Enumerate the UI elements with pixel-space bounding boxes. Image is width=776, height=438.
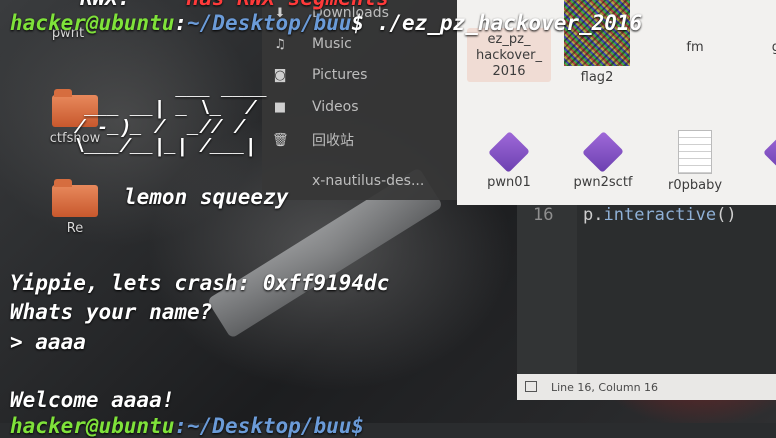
line-number-gutter: [517, 205, 577, 395]
file-label: pwn2sctf: [573, 175, 633, 190]
vector-file-icon: [763, 131, 776, 173]
file-label: ez_pz_ hackover_ 2016: [476, 32, 542, 79]
code-line: p.interactive(): [583, 205, 737, 225]
terminal-bottom-prompt: hacker@ubuntu:~/Desktop/buu$: [10, 414, 364, 438]
terminal-output-line: Yippie, lets crash: 0xff9194dc: [10, 271, 390, 295]
prompt-path: ~/Desktop/buu: [187, 11, 352, 35]
file-item-pwn2sctf[interactable]: pwn2sctf: [561, 131, 645, 191]
text-editor[interactable]: 16 p.interactive(): [517, 205, 776, 395]
checksec-label: RWX:: [10, 0, 131, 10]
terminal-command-line: hacker@ubuntu:~/Desktop/buu$ ./ez_pz_hac…: [10, 11, 642, 35]
terminal-output-line: Whats your name?: [10, 300, 213, 324]
code-function: interactive: [603, 205, 717, 225]
file-label: flag2: [580, 70, 614, 85]
sidebar-item-music[interactable]: ♫ Music: [272, 33, 352, 55]
sidebar-item-trash[interactable]: 🗑 回收站: [272, 129, 354, 151]
trash-icon: 🗑: [272, 132, 289, 148]
vector-file-icon: [582, 131, 624, 173]
prompt-colon: :: [174, 11, 188, 35]
ascii-art-banner: ___ ____ ___ __| _ \_ / / -_)_ / _// / \…: [74, 79, 268, 158]
file-item-ez-pz-hackover[interactable]: ez_pz_ hackover_ 2016: [467, 28, 551, 82]
file-label: fm: [686, 40, 704, 55]
video-icon: ■: [273, 99, 287, 115]
vector-file-icon: [488, 131, 530, 173]
code-object: p: [583, 205, 594, 225]
document-icon: [678, 130, 712, 174]
sidebar-item-label: x-nautilus-des...: [312, 173, 425, 189]
file-item-pwn01[interactable]: pwn01: [467, 131, 551, 191]
file-item-fm[interactable]: fm: [653, 36, 737, 56]
sidebar-item-videos[interactable]: ■ Videos: [272, 96, 359, 118]
file-item-gue[interactable]: gue: [742, 36, 776, 56]
cursor-position: Line 16, Column 16: [551, 381, 659, 394]
desktop-icon-re[interactable]: Re: [45, 179, 105, 236]
prompt-user: hacker@ubuntu: [10, 11, 175, 35]
checksec-value: Has RWX segments: [131, 0, 389, 10]
sidebar-item-label: Pictures: [312, 67, 368, 83]
sidebar-item-label: Music: [312, 36, 352, 52]
sidebar-item-label: Videos: [312, 99, 359, 115]
file-label: s: [742, 175, 776, 191]
sidebar-item-pictures[interactable]: ◙ Pictures: [272, 64, 368, 86]
file-label: r0pbaby: [667, 178, 723, 193]
terminal-partial-line: RWX:Has RWX segments: [10, 0, 389, 10]
terminal-command: ./ez_pz_hackover_2016: [364, 11, 643, 35]
file-item-r0pbaby[interactable]: r0pbaby: [653, 130, 737, 194]
camera-icon: ◙: [273, 67, 287, 83]
code-parens: (): [716, 205, 737, 225]
prompt-symbol: $: [351, 11, 365, 35]
file-item-s[interactable]: s: [742, 131, 776, 191]
file-label: gue: [771, 40, 776, 55]
music-icon: ♫: [274, 36, 286, 52]
terminal-output-line: > aaaa: [10, 330, 86, 354]
banner-caption: lemon squeezy: [124, 185, 289, 209]
prompt-user: hacker@ubuntu: [10, 414, 175, 438]
prompt-path: :~/Desktop/buu$: [174, 414, 365, 438]
desktop-icon-label: Re: [66, 221, 84, 236]
sidebar-item-label: 回收站: [312, 133, 354, 149]
folder-icon: [52, 179, 98, 217]
editor-statusbar: Line 16, Column 16: [517, 374, 776, 400]
sidebar-toggle-icon[interactable]: [525, 381, 537, 392]
file-label: pwn01: [487, 175, 531, 190]
terminal-output-line: Welcome aaaa!: [10, 388, 175, 412]
line-number: 16: [533, 205, 554, 225]
sidebar-item-desktop[interactable]: x-nautilus-des...: [272, 170, 424, 192]
